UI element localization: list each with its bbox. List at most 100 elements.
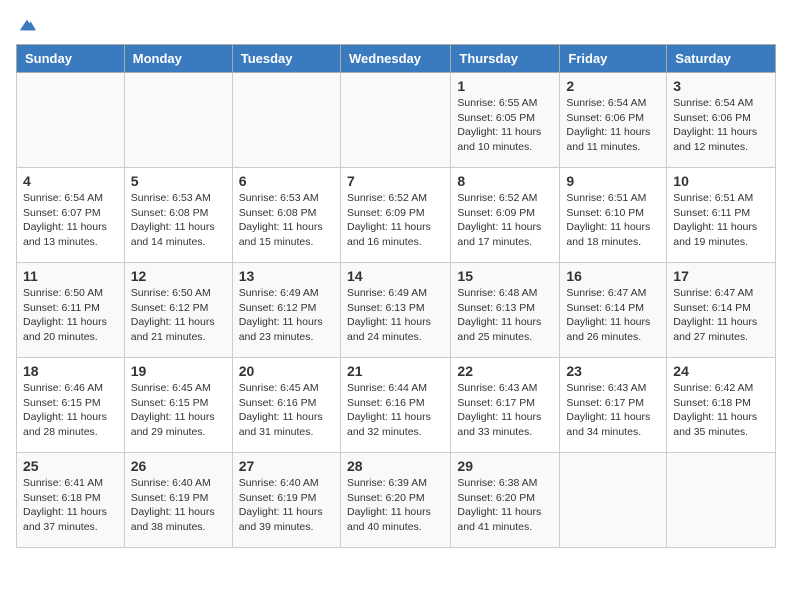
- day-info: Sunrise: 6:40 AM Sunset: 6:19 PM Dayligh…: [131, 476, 226, 535]
- day-number: 10: [673, 173, 769, 189]
- day-number: 7: [347, 173, 444, 189]
- logo: [16, 16, 36, 34]
- calendar-cell: 11Sunrise: 6:50 AM Sunset: 6:11 PM Dayli…: [17, 263, 125, 358]
- day-number: 13: [239, 268, 334, 284]
- calendar-cell: 24 Sunrise: 6:42 AM Sunset: 6:18 PM Dayli…: [667, 358, 776, 453]
- day-info: Sunrise: 6:53 AM Sunset: 6:08 PM Dayligh…: [239, 191, 334, 250]
- day-info: Sunrise: 6:39 AM Sunset: 6:20 PM Dayligh…: [347, 476, 444, 535]
- day-info: Sunrise: 6:45 AM Sunset: 6:15 PM Dayligh…: [131, 381, 226, 440]
- calendar-cell: 22 Sunrise: 6:43 AM Sunset: 6:17 PM Dayli…: [451, 358, 560, 453]
- col-header-wednesday: Wednesday: [340, 45, 450, 73]
- day-number: 5: [131, 173, 226, 189]
- day-info: Sunrise: 6:46 AM Sunset: 6:15 PM Dayligh…: [23, 381, 118, 440]
- col-header-tuesday: Tuesday: [232, 45, 340, 73]
- day-number: 12: [131, 268, 226, 284]
- day-info: Sunrise: 6:38 AM Sunset: 6:20 PM Dayligh…: [457, 476, 553, 535]
- calendar-cell: 10 Sunrise: 6:51 AM Sunset: 6:11 PM Dayli…: [667, 168, 776, 263]
- calendar-cell: 16Sunrise: 6:47 AM Sunset: 6:14 PM Dayli…: [560, 263, 667, 358]
- day-number: 14: [347, 268, 444, 284]
- day-info: Sunrise: 6:42 AM Sunset: 6:18 PM Dayligh…: [673, 381, 769, 440]
- day-info: Sunrise: 6:54 AM Sunset: 6:06 PM Dayligh…: [673, 96, 769, 155]
- calendar-cell: [232, 73, 340, 168]
- day-info: Sunrise: 6:43 AM Sunset: 6:17 PM Dayligh…: [566, 381, 660, 440]
- day-info: Sunrise: 6:50 AM Sunset: 6:12 PM Dayligh…: [131, 286, 226, 345]
- calendar-cell: 1 Sunrise: 6:55 AM Sunset: 6:05 PM Daylig…: [451, 73, 560, 168]
- calendar-cell: 20 Sunrise: 6:45 AM Sunset: 6:16 PM Dayli…: [232, 358, 340, 453]
- day-info: Sunrise: 6:47 AM Sunset: 6:14 PM Dayligh…: [673, 286, 769, 345]
- calendar-cell: 18 Sunrise: 6:46 AM Sunset: 6:15 PM Dayli…: [17, 358, 125, 453]
- day-info: Sunrise: 6:49 AM Sunset: 6:13 PM Dayligh…: [347, 286, 444, 345]
- calendar-table: SundayMondayTuesdayWednesdayThursdayFrid…: [16, 44, 776, 548]
- day-info: Sunrise: 6:45 AM Sunset: 6:16 PM Dayligh…: [239, 381, 334, 440]
- calendar-cell: 25Sunrise: 6:41 AM Sunset: 6:18 PM Dayli…: [17, 453, 125, 548]
- day-number: 1: [457, 78, 553, 94]
- calendar-cell: 26Sunrise: 6:40 AM Sunset: 6:19 PM Dayli…: [124, 453, 232, 548]
- day-info: Sunrise: 6:52 AM Sunset: 6:09 PM Dayligh…: [347, 191, 444, 250]
- calendar-cell: 4Sunrise: 6:54 AM Sunset: 6:07 PM Daylig…: [17, 168, 125, 263]
- logo-icon: [18, 16, 36, 34]
- day-number: 22: [457, 363, 553, 379]
- calendar-cell: 5 Sunrise: 6:53 AM Sunset: 6:08 PM Daylig…: [124, 168, 232, 263]
- day-number: 19: [131, 363, 226, 379]
- calendar-cell: 13 Sunrise: 6:49 AM Sunset: 6:12 PM Dayli…: [232, 263, 340, 358]
- calendar-cell: 21Sunrise: 6:44 AM Sunset: 6:16 PM Dayli…: [340, 358, 450, 453]
- day-number: 18: [23, 363, 118, 379]
- day-number: 23: [566, 363, 660, 379]
- calendar-cell: 7 Sunrise: 6:52 AM Sunset: 6:09 PM Daylig…: [340, 168, 450, 263]
- day-info: Sunrise: 6:51 AM Sunset: 6:11 PM Dayligh…: [673, 191, 769, 250]
- day-number: 29: [457, 458, 553, 474]
- day-info: Sunrise: 6:41 AM Sunset: 6:18 PM Dayligh…: [23, 476, 118, 535]
- calendar-cell: 2 Sunrise: 6:54 AM Sunset: 6:06 PM Daylig…: [560, 73, 667, 168]
- day-number: 21: [347, 363, 444, 379]
- header-row: SundayMondayTuesdayWednesdayThursdayFrid…: [17, 45, 776, 73]
- day-info: Sunrise: 6:48 AM Sunset: 6:13 PM Dayligh…: [457, 286, 553, 345]
- calendar-cell: [667, 453, 776, 548]
- col-header-monday: Monday: [124, 45, 232, 73]
- day-info: Sunrise: 6:51 AM Sunset: 6:10 PM Dayligh…: [566, 191, 660, 250]
- calendar-cell: 6 Sunrise: 6:53 AM Sunset: 6:08 PM Daylig…: [232, 168, 340, 263]
- calendar-cell: [124, 73, 232, 168]
- calendar-cell: 19 Sunrise: 6:45 AM Sunset: 6:15 PM Dayli…: [124, 358, 232, 453]
- day-info: Sunrise: 6:50 AM Sunset: 6:11 PM Dayligh…: [23, 286, 118, 345]
- col-header-thursday: Thursday: [451, 45, 560, 73]
- calendar-cell: [17, 73, 125, 168]
- week-row-5: 25Sunrise: 6:41 AM Sunset: 6:18 PM Dayli…: [17, 453, 776, 548]
- day-number: 8: [457, 173, 553, 189]
- calendar-cell: 23 Sunrise: 6:43 AM Sunset: 6:17 PM Dayli…: [560, 358, 667, 453]
- calendar-cell: 29 Sunrise: 6:38 AM Sunset: 6:20 PM Dayli…: [451, 453, 560, 548]
- day-number: 3: [673, 78, 769, 94]
- day-number: 24: [673, 363, 769, 379]
- day-number: 15: [457, 268, 553, 284]
- week-row-2: 4Sunrise: 6:54 AM Sunset: 6:07 PM Daylig…: [17, 168, 776, 263]
- day-info: Sunrise: 6:54 AM Sunset: 6:06 PM Dayligh…: [566, 96, 660, 155]
- day-info: Sunrise: 6:49 AM Sunset: 6:12 PM Dayligh…: [239, 286, 334, 345]
- header: [16, 16, 776, 34]
- calendar-cell: 8 Sunrise: 6:52 AM Sunset: 6:09 PM Daylig…: [451, 168, 560, 263]
- calendar-cell: 28 Sunrise: 6:39 AM Sunset: 6:20 PM Dayli…: [340, 453, 450, 548]
- day-info: Sunrise: 6:52 AM Sunset: 6:09 PM Dayligh…: [457, 191, 553, 250]
- week-row-4: 18 Sunrise: 6:46 AM Sunset: 6:15 PM Dayli…: [17, 358, 776, 453]
- day-number: 17: [673, 268, 769, 284]
- calendar-cell: 3 Sunrise: 6:54 AM Sunset: 6:06 PM Daylig…: [667, 73, 776, 168]
- week-row-1: 1 Sunrise: 6:55 AM Sunset: 6:05 PM Daylig…: [17, 73, 776, 168]
- calendar-cell: [340, 73, 450, 168]
- calendar-cell: 9Sunrise: 6:51 AM Sunset: 6:10 PM Daylig…: [560, 168, 667, 263]
- calendar-cell: 17 Sunrise: 6:47 AM Sunset: 6:14 PM Dayli…: [667, 263, 776, 358]
- calendar-cell: 15 Sunrise: 6:48 AM Sunset: 6:13 PM Dayli…: [451, 263, 560, 358]
- day-number: 2: [566, 78, 660, 94]
- day-number: 28: [347, 458, 444, 474]
- day-info: Sunrise: 6:40 AM Sunset: 6:19 PM Dayligh…: [239, 476, 334, 535]
- col-header-saturday: Saturday: [667, 45, 776, 73]
- calendar-cell: [560, 453, 667, 548]
- day-info: Sunrise: 6:53 AM Sunset: 6:08 PM Dayligh…: [131, 191, 226, 250]
- day-number: 20: [239, 363, 334, 379]
- calendar-cell: 12 Sunrise: 6:50 AM Sunset: 6:12 PM Dayli…: [124, 263, 232, 358]
- day-info: Sunrise: 6:43 AM Sunset: 6:17 PM Dayligh…: [457, 381, 553, 440]
- day-number: 6: [239, 173, 334, 189]
- day-number: 27: [239, 458, 334, 474]
- calendar-cell: 27 Sunrise: 6:40 AM Sunset: 6:19 PM Dayli…: [232, 453, 340, 548]
- day-info: Sunrise: 6:55 AM Sunset: 6:05 PM Dayligh…: [457, 96, 553, 155]
- day-info: Sunrise: 6:54 AM Sunset: 6:07 PM Dayligh…: [23, 191, 118, 250]
- day-info: Sunrise: 6:47 AM Sunset: 6:14 PM Dayligh…: [566, 286, 660, 345]
- col-header-friday: Friday: [560, 45, 667, 73]
